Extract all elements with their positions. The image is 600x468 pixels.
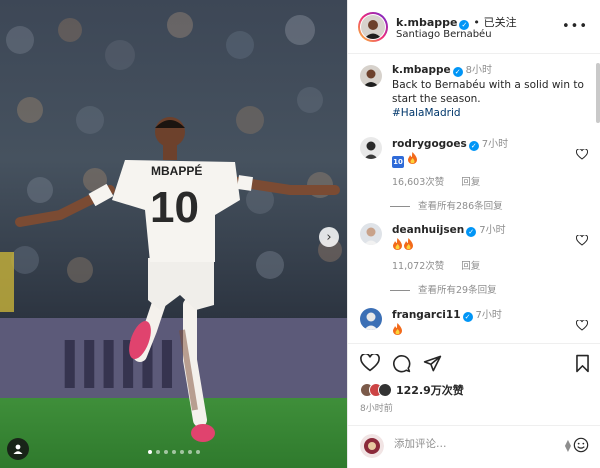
comment-input[interactable] [394,438,544,450]
fire-emoji [404,238,413,250]
comment-likes[interactable]: 11,072次赞 [392,261,444,272]
fire-emoji [408,152,418,164]
comment-time: 7小时 [475,310,502,321]
verified-icon: ✓ [468,141,479,151]
save-bookmark-icon[interactable] [574,354,591,373]
commenter-avatar[interactable] [360,308,382,330]
verified-icon: ✓ [452,67,463,77]
author-avatar[interactable] [358,12,388,42]
post-caption: k.mbappe ✓ 8小时 Back to Bernabéu with a sol… [360,63,590,120]
carousel-dot [164,450,168,454]
jersey-name: MBAPPÉ [151,163,202,178]
like-comment-heart-icon[interactable] [576,320,588,331]
like-heart-icon[interactable] [360,354,380,372]
comment-composer: ▲▼ [348,425,600,468]
user-icon [13,444,23,454]
author-line: k.mbappe ✓ • 已关注 [396,14,517,30]
like-comment-heart-icon[interactable] [576,235,588,246]
jersey-number: 10 [150,183,199,232]
fire-emoji [393,238,402,250]
comment-author[interactable]: frangarci11 [392,309,461,321]
comment-likes[interactable]: 16,603次赞 [392,177,444,188]
fire-emoji [393,323,402,335]
liker-avatars [360,383,392,397]
next-slide-button[interactable]: › [319,227,339,247]
commenter-avatar[interactable] [360,137,382,159]
carousel-dot [188,450,192,454]
like-count[interactable]: 122.9万次赞 [396,382,464,398]
separator-dot: • [473,16,480,29]
avatar-image [361,15,385,39]
caption-text: Back to Bernabéu with a solid win to sta… [392,79,584,105]
current-user-avatar[interactable] [360,434,384,458]
carousel-indicator [148,450,200,454]
post-actions: 122.9万次赞 8小时前 [348,343,600,425]
caption-hashtag[interactable]: #HalaMadrid [392,106,590,120]
emoji-picker-icon[interactable] [573,437,589,453]
comment-meta: 16,603次赞 回复 [392,174,590,188]
post-photo: IIIIII MBAPPÉ 10 [0,0,347,468]
reply-button[interactable]: 回复 [461,177,480,188]
location-link[interactable]: Santiago Bernabéu [396,29,492,40]
follow-status-button[interactable]: 已关注 [484,16,517,29]
post-sidebar: k.mbappe ✓ • 已关注 Santiago Bernabéu ••• k.… [347,0,600,468]
view-replies-button[interactable]: 查看所有286条回复 [418,198,590,212]
view-replies-button[interactable]: 查看所有29条回复 [418,282,590,296]
comment-meta: 11,072次赞 回复 [392,258,590,272]
tagged-users-button[interactable] [7,438,29,460]
post-header: k.mbappe ✓ • 已关注 Santiago Bernabéu ••• [348,0,600,54]
posted-time: 8小时前 [360,404,393,414]
comment-author[interactable]: deanhuijsen [392,224,464,236]
resize-handle-icon[interactable]: ▲ ▼ [565,439,571,453]
caption-avatar[interactable] [360,65,382,87]
likes-row[interactable]: 122.9万次赞 [360,382,464,398]
comment-author[interactable]: rodrygogoes [392,138,467,150]
reply-button[interactable]: 回复 [461,261,480,272]
scrollbar[interactable] [596,63,600,123]
share-paper-plane-icon[interactable] [423,354,442,373]
caption-author[interactable]: k.mbappe [392,64,451,76]
comment-item: deanhuijsen ✓ 7小时 11,072次赞 回复 查看所有29条回复 [360,223,590,296]
carousel-dot [196,450,200,454]
comment-item: frangarci11 ✓ 7小时 [360,308,590,337]
comment-item: rodrygogoes ✓ 7小时 10 16,603次赞 回复 查看所有286条回… [360,137,590,212]
keycap-ten-emoji: 10 [392,156,404,168]
carousel-dot [156,450,160,454]
comment-bubble-icon[interactable] [392,354,411,373]
commenter-avatar[interactable] [360,223,382,245]
comment-time: 7小时 [481,139,509,150]
svg-text:IIIIII: IIIIII [60,325,177,403]
comment-time: 7小时 [479,225,506,236]
carousel-dot [172,450,176,454]
caption-time: 8小时 [465,65,493,76]
verified-icon: ✓ [466,227,477,237]
more-options-icon[interactable]: ••• [562,19,588,34]
author-username[interactable]: k.mbappe [396,16,457,29]
verified-icon: ✓ [462,312,473,322]
carousel-dot [148,450,152,454]
comments-list[interactable]: k.mbappe ✓ 8小时 Back to Bernabéu with a sol… [348,55,600,343]
carousel-dot [180,450,184,454]
post-media[interactable]: IIIIII MBAPPÉ 10 › [0,0,347,468]
like-comment-heart-icon[interactable] [576,149,588,160]
